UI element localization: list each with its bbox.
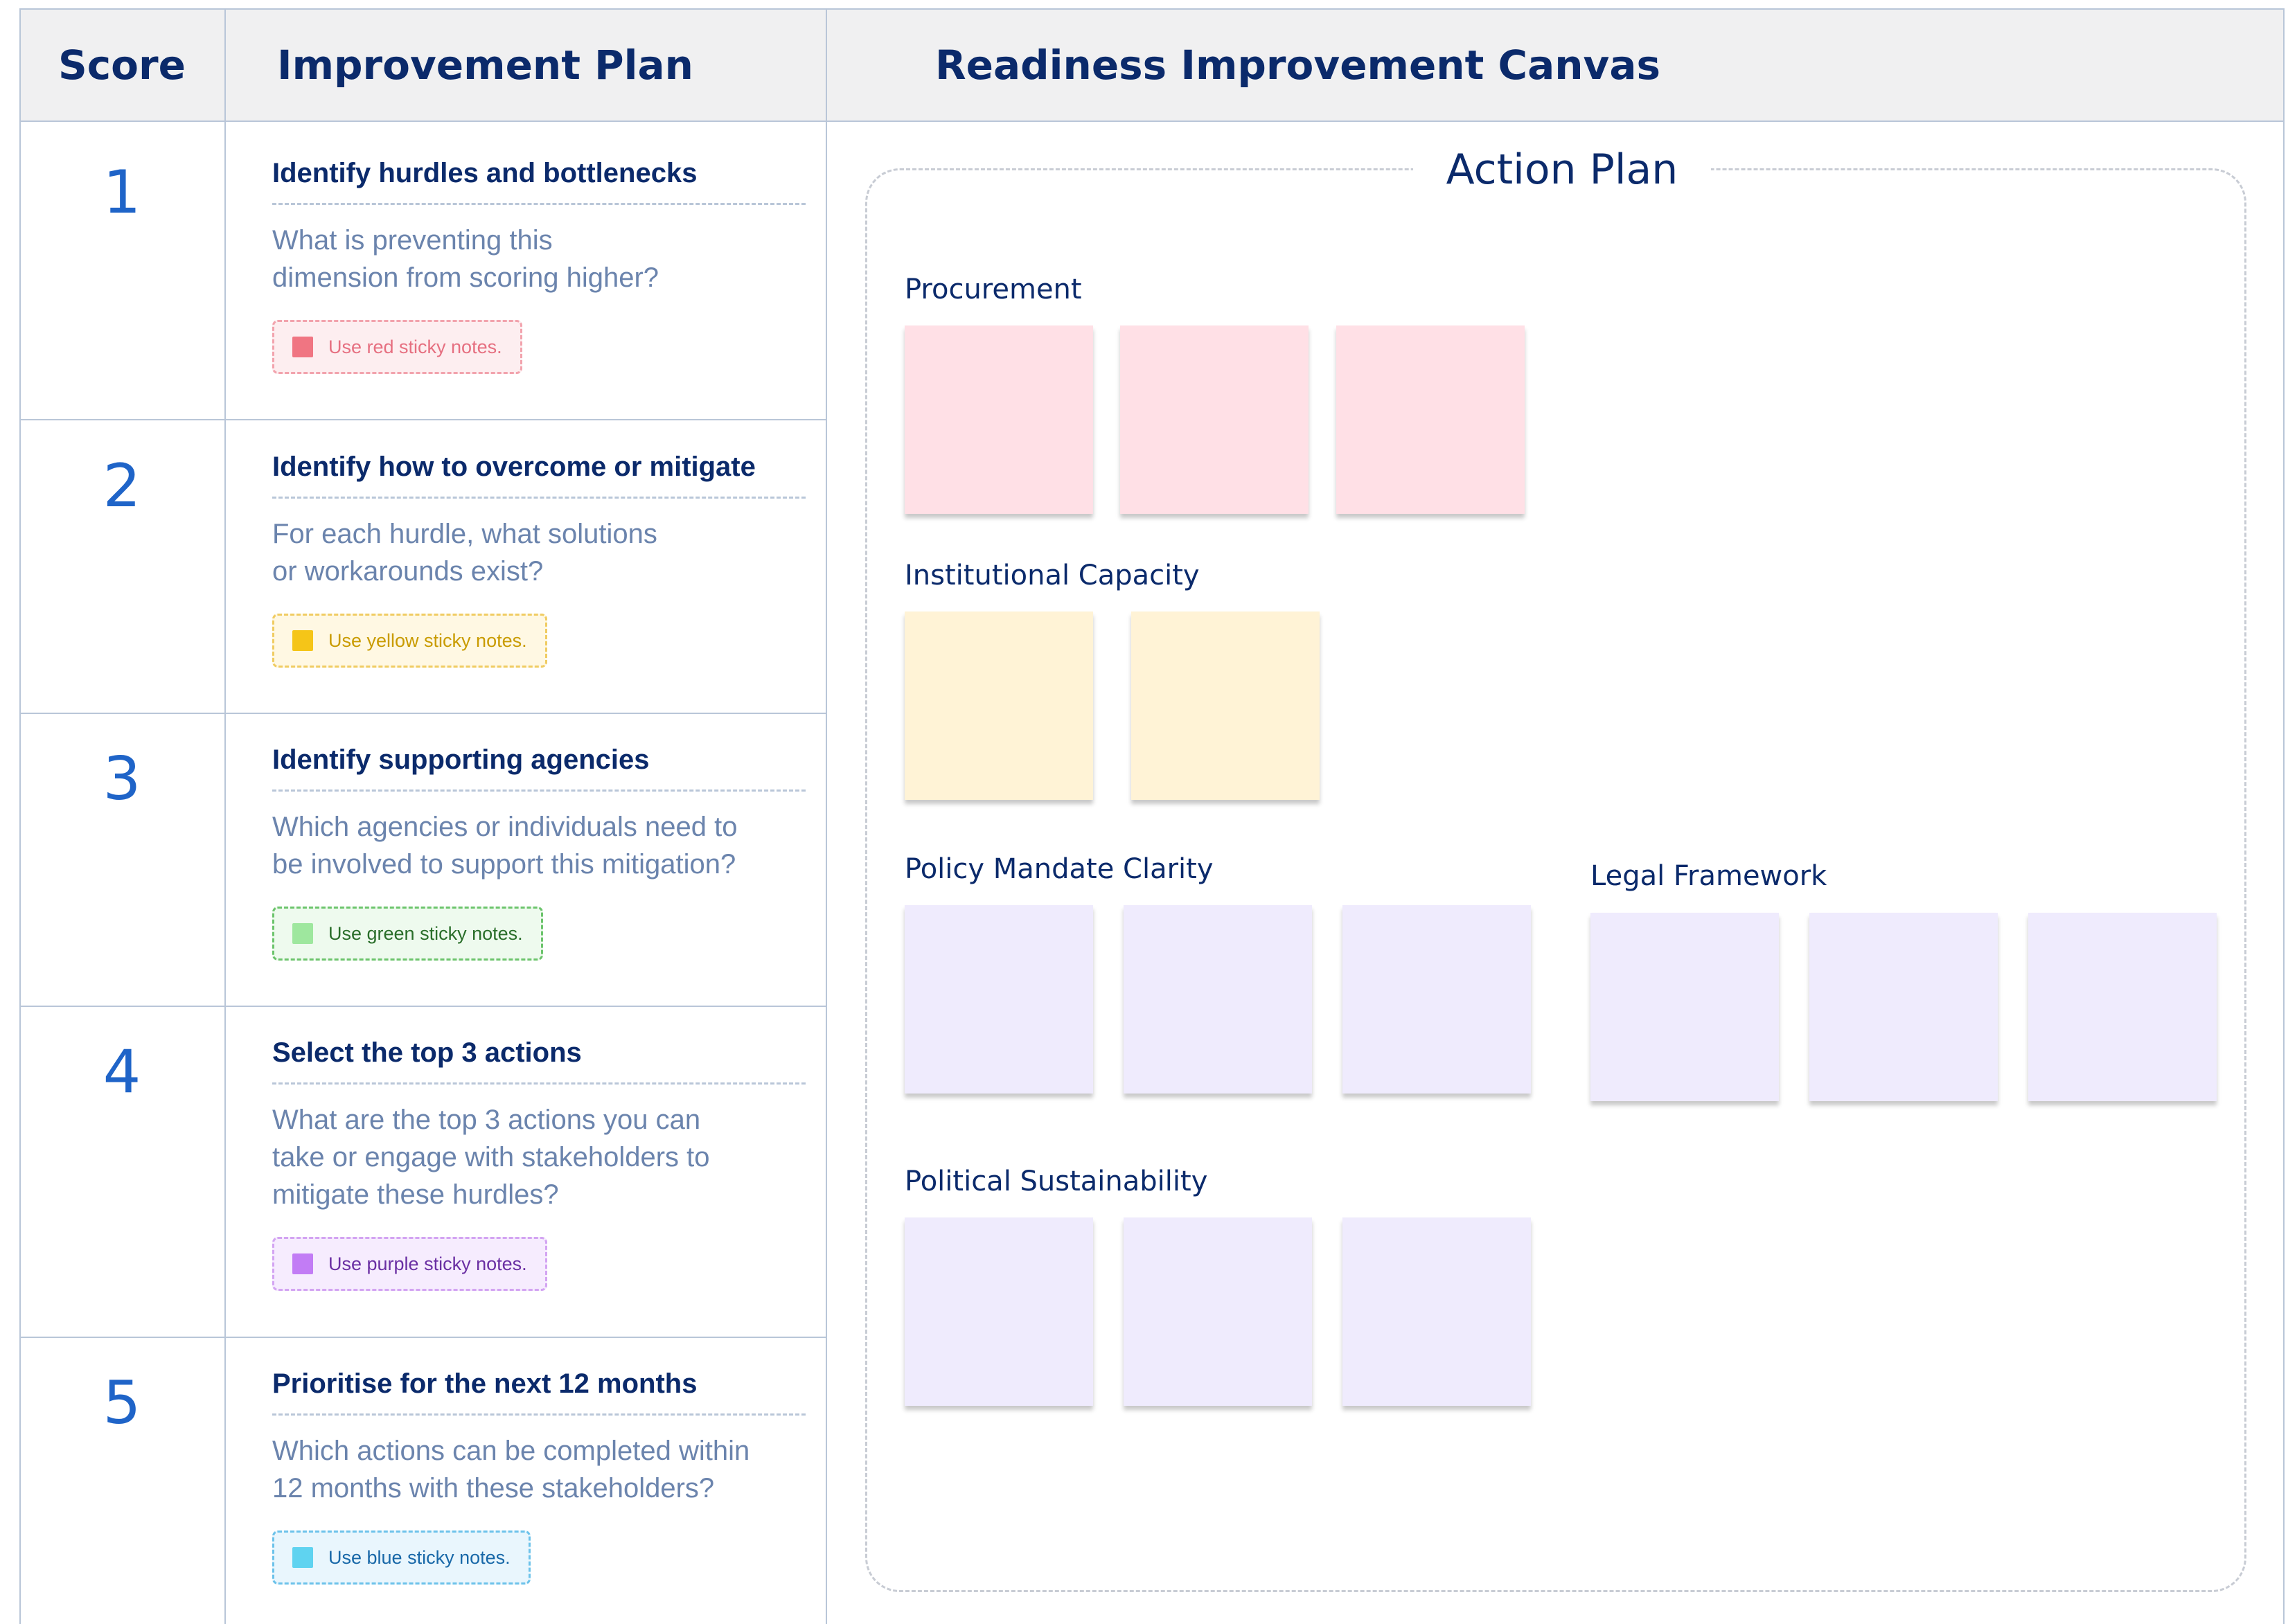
group-label-procurement: Procurement [905, 274, 1082, 305]
yellow-swatch-icon [292, 630, 313, 651]
improvement-step: Identify hurdles and bottlenecks What is… [272, 158, 806, 374]
sticky-note[interactable] [1590, 913, 1779, 1101]
score-number: 3 [103, 744, 141, 814]
sticky-note[interactable] [1124, 1217, 1312, 1406]
sticky-note-hint: Use yellow sticky notes. [272, 614, 547, 668]
step-title: Identify hurdles and bottlenecks [272, 158, 806, 205]
hint-label: Use yellow sticky notes. [328, 630, 527, 651]
sticky-note[interactable] [905, 1217, 1093, 1406]
column-divider [224, 8, 226, 1624]
green-swatch-icon [292, 923, 313, 944]
sticky-note[interactable] [1120, 325, 1309, 514]
step-description: For each hurdle, what solutions or worka… [272, 519, 657, 587]
score-header: Score [58, 42, 186, 89]
step-description: Which actions can be completed within 12… [272, 1436, 750, 1503]
sticky-note[interactable] [1342, 905, 1531, 1094]
step-title: Select the top 3 actions [272, 1037, 806, 1085]
step-title: Identify supporting agencies [272, 744, 806, 792]
hint-label: Use blue sticky notes. [328, 1546, 511, 1568]
row-divider [19, 713, 827, 714]
sticky-note[interactable] [905, 612, 1093, 800]
sticky-note[interactable] [905, 325, 1093, 514]
sticky-note[interactable] [1809, 913, 1998, 1101]
group-label-legal-framework: Legal Framework [1590, 860, 1827, 892]
group-label-institutional-capacity: Institutional Capacity [905, 560, 1200, 591]
sticky-note-hint: Use green sticky notes. [272, 907, 543, 961]
score-number: 2 [103, 452, 141, 521]
row-divider [19, 1006, 827, 1007]
sticky-note-hint: Use purple sticky notes. [272, 1237, 547, 1291]
score-number: 4 [103, 1037, 141, 1107]
row-divider [19, 1337, 827, 1338]
hint-label: Use purple sticky notes. [328, 1253, 527, 1274]
score-number: 1 [103, 158, 141, 227]
sticky-note[interactable] [2028, 913, 2217, 1101]
sticky-note[interactable] [1131, 612, 1320, 800]
score-number: 5 [103, 1368, 141, 1438]
improvement-step: Select the top 3 actions What are the to… [272, 1037, 806, 1291]
step-description: What is preventing this dimension from s… [272, 225, 659, 293]
sticky-note-hint: Use red sticky notes. [272, 320, 522, 374]
step-title: Identify how to overcome or mitigate [272, 452, 806, 499]
sticky-note[interactable] [1342, 1217, 1531, 1406]
sticky-note-hint: Use blue sticky notes. [272, 1531, 531, 1585]
sticky-note[interactable] [1336, 325, 1525, 514]
sticky-note[interactable] [1124, 905, 1312, 1094]
sticky-note[interactable] [905, 905, 1093, 1094]
action-plan-title: Action Plan [1413, 145, 1711, 201]
improvement-step: Identify how to overcome or mitigate For… [272, 452, 806, 668]
blue-swatch-icon [292, 1547, 313, 1568]
improvement-plan-header: Improvement Plan [277, 42, 693, 89]
step-title: Prioritise for the next 12 months [272, 1368, 806, 1416]
canvas-header: Readiness Improvement Canvas [935, 42, 1660, 89]
row-divider [19, 419, 827, 420]
red-swatch-icon [292, 337, 313, 357]
group-label-political-sustainability: Political Sustainability [905, 1166, 1208, 1197]
purple-swatch-icon [292, 1253, 313, 1274]
hint-label: Use green sticky notes. [328, 922, 523, 944]
improvement-step: Identify supporting agencies Which agenc… [272, 744, 806, 961]
hint-label: Use red sticky notes. [328, 336, 502, 357]
step-description: Which agencies or individuals need to be… [272, 812, 738, 880]
improvement-step: Prioritise for the next 12 months Which … [272, 1368, 806, 1585]
step-description: What are the top 3 actions you can take … [272, 1105, 710, 1210]
group-label-policy-mandate-clarity: Policy Mandate Clarity [905, 853, 1214, 885]
column-divider [826, 8, 827, 1624]
